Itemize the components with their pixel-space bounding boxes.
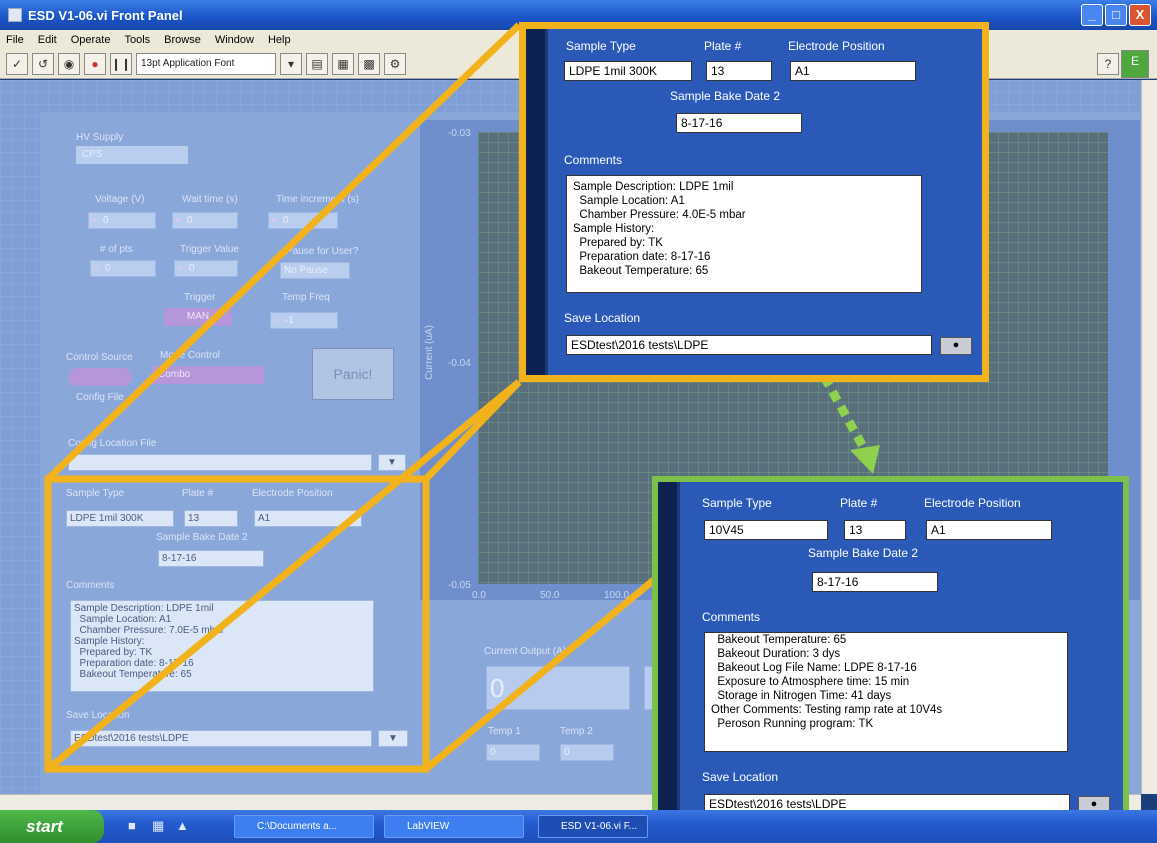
bake-date-input[interactable]: 8-17-16	[676, 113, 802, 133]
sample-type-label: Sample Type	[566, 39, 636, 53]
browse-folder-icon[interactable]: ●	[940, 337, 972, 355]
plate-input[interactable]: 13	[844, 520, 906, 540]
sample-type-label: Sample Type	[702, 496, 772, 510]
task-labview[interactable]: LabVIEW	[384, 815, 524, 838]
bake-date-input[interactable]: 8-17-16	[812, 572, 938, 592]
zoom-callout-original: Sample Type LDPE 1mil 300K Plate # 13 El…	[519, 22, 989, 382]
plate-label: Plate #	[840, 496, 878, 510]
connector-line	[45, 22, 522, 482]
quick-launch-icon[interactable]: ▦	[152, 818, 164, 834]
sample-type-input[interactable]: 10V45	[704, 520, 828, 540]
comments-textarea[interactable]: Bakeout Temperature: 65 Bakeout Duration…	[704, 632, 1068, 752]
plate-input[interactable]: 13	[706, 61, 772, 81]
plate-label: Plate #	[704, 39, 742, 53]
electrode-input[interactable]: A1	[926, 520, 1052, 540]
quick-launch-icon[interactable]: ■	[128, 818, 136, 833]
save-location-label: Save Location	[702, 770, 779, 784]
task-explorer[interactable]: C:\Documents a...	[234, 815, 374, 838]
callout-edge	[526, 29, 548, 375]
save-location-input[interactable]: ESDtest\2016 tests\LDPE	[566, 335, 932, 355]
connector-line	[45, 379, 522, 772]
comments-label: Comments	[564, 153, 623, 167]
arrow-head	[850, 445, 880, 474]
electrode-label: Electrode Position	[924, 496, 1021, 510]
save-location-label: Save Location	[564, 311, 641, 325]
start-button[interactable]: start	[0, 810, 104, 843]
comments-textarea[interactable]: Sample Description: LDPE 1mil Sample Loc…	[566, 175, 922, 293]
comments-label: Comments	[702, 610, 761, 624]
callout-edge	[658, 482, 680, 825]
task-front-panel[interactable]: ESD V1-06.vi F...	[538, 815, 648, 838]
bake-date-label: Sample Bake Date 2	[670, 89, 781, 103]
electrode-label: Electrode Position	[788, 39, 885, 53]
zoom-callout-edited: Sample Type 10V45 Plate # 13 Electrode P…	[652, 476, 1129, 831]
bake-date-label: Sample Bake Date 2	[808, 546, 919, 560]
electrode-input[interactable]: A1	[790, 61, 916, 81]
quick-launch-icon[interactable]: ▲	[176, 818, 189, 833]
sample-type-input[interactable]: LDPE 1mil 300K	[564, 61, 692, 81]
taskbar: start ■ ▦ ▲ C:\Documents a... LabVIEW ES…	[0, 810, 1157, 843]
connector-line	[423, 576, 658, 772]
